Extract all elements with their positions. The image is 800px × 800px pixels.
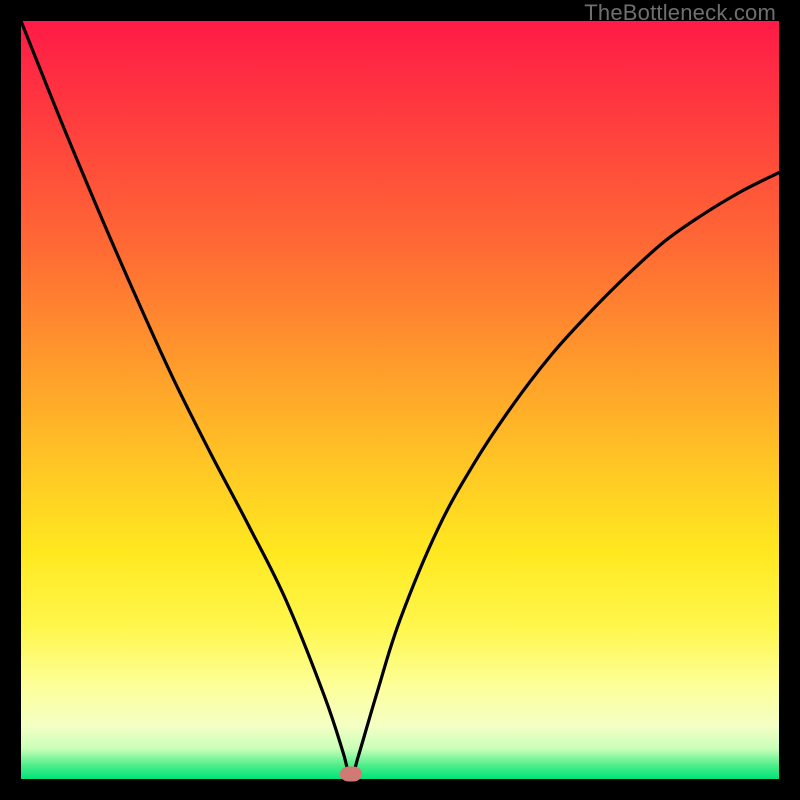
optimal-point-marker — [340, 767, 362, 782]
chart-frame: TheBottleneck.com — [0, 0, 800, 800]
bottleneck-curve — [21, 21, 779, 779]
plot-area — [21, 21, 779, 779]
